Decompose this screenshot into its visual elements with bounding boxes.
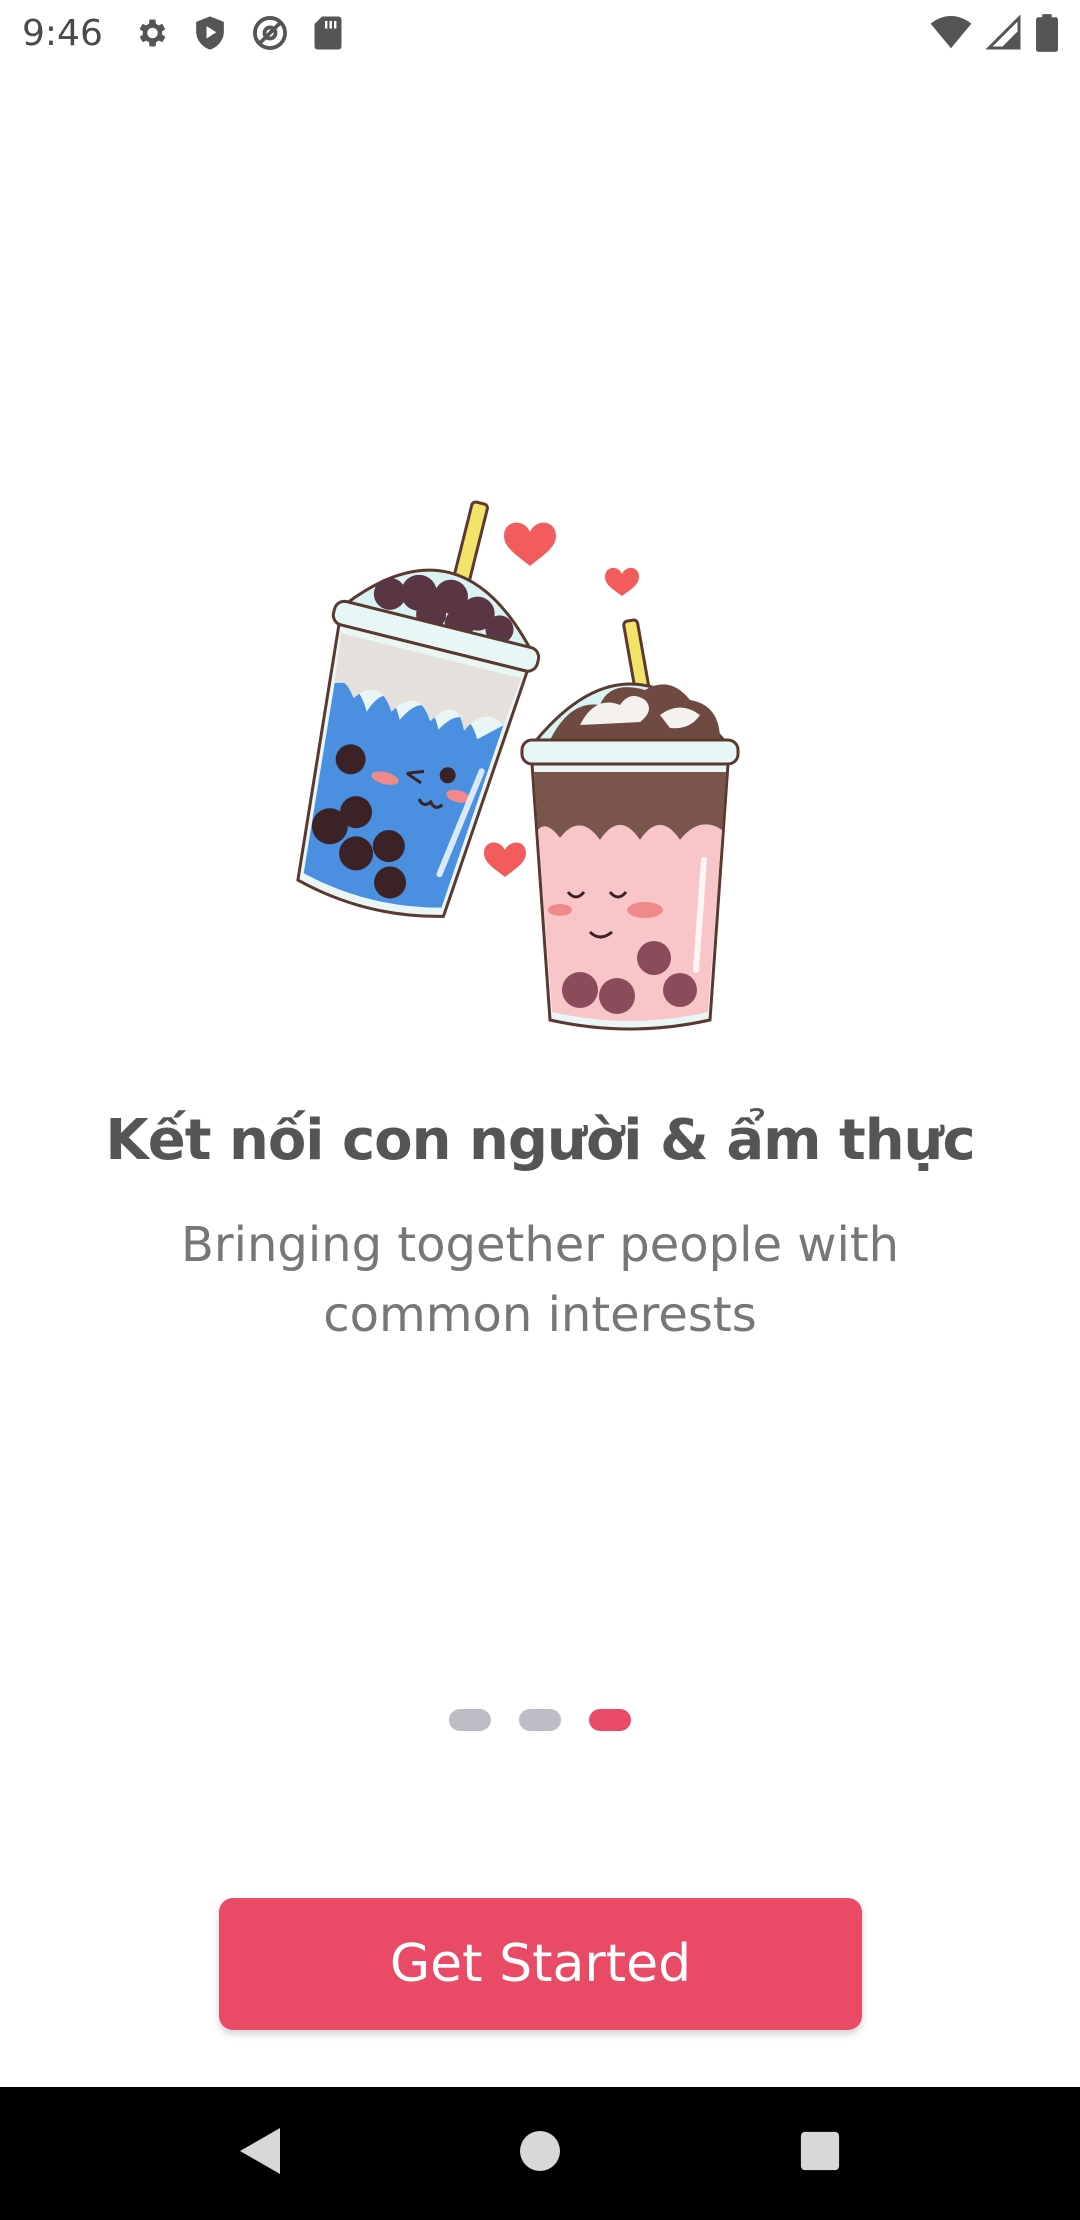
bubble-tea-cups-illustration bbox=[250, 500, 810, 1060]
back-button[interactable] bbox=[220, 2114, 300, 2194]
status-bar: 9:46 bbox=[0, 0, 1080, 66]
page-dot-3-active[interactable] bbox=[589, 1709, 631, 1731]
status-icons-right bbox=[930, 14, 1058, 52]
status-time: 9:46 bbox=[22, 12, 103, 54]
status-icons-left bbox=[133, 14, 343, 52]
system-navigation-bar bbox=[0, 2087, 1080, 2220]
heart-icon bbox=[484, 842, 526, 877]
signal-icon bbox=[986, 15, 1022, 51]
shield-play-icon bbox=[193, 15, 227, 51]
recents-icon bbox=[799, 2130, 841, 2177]
heart-icon bbox=[605, 567, 639, 596]
onboarding-headline: Kết nối con người & ẩm thực bbox=[105, 1108, 975, 1173]
gear-icon bbox=[133, 15, 169, 51]
onboarding-screen: 9:46 Kết nối con người & ẩm thực Bringin… bbox=[0, 0, 1080, 2220]
page-dot-1[interactable] bbox=[449, 1709, 491, 1731]
home-icon bbox=[518, 2129, 562, 2178]
home-button[interactable] bbox=[500, 2114, 580, 2194]
battery-icon bbox=[1036, 14, 1058, 52]
recents-button[interactable] bbox=[780, 2114, 860, 2194]
sd-card-icon bbox=[313, 15, 343, 51]
wifi-icon bbox=[930, 16, 972, 50]
heart-icon bbox=[504, 522, 556, 566]
page-dot-2[interactable] bbox=[519, 1709, 561, 1731]
back-icon bbox=[238, 2126, 282, 2181]
get-started-button[interactable]: Get Started bbox=[219, 1898, 862, 2030]
at-sync-icon bbox=[251, 14, 289, 52]
page-indicator bbox=[0, 1709, 1080, 1731]
onboarding-subtitle: Bringing together people with common int… bbox=[180, 1217, 900, 1343]
